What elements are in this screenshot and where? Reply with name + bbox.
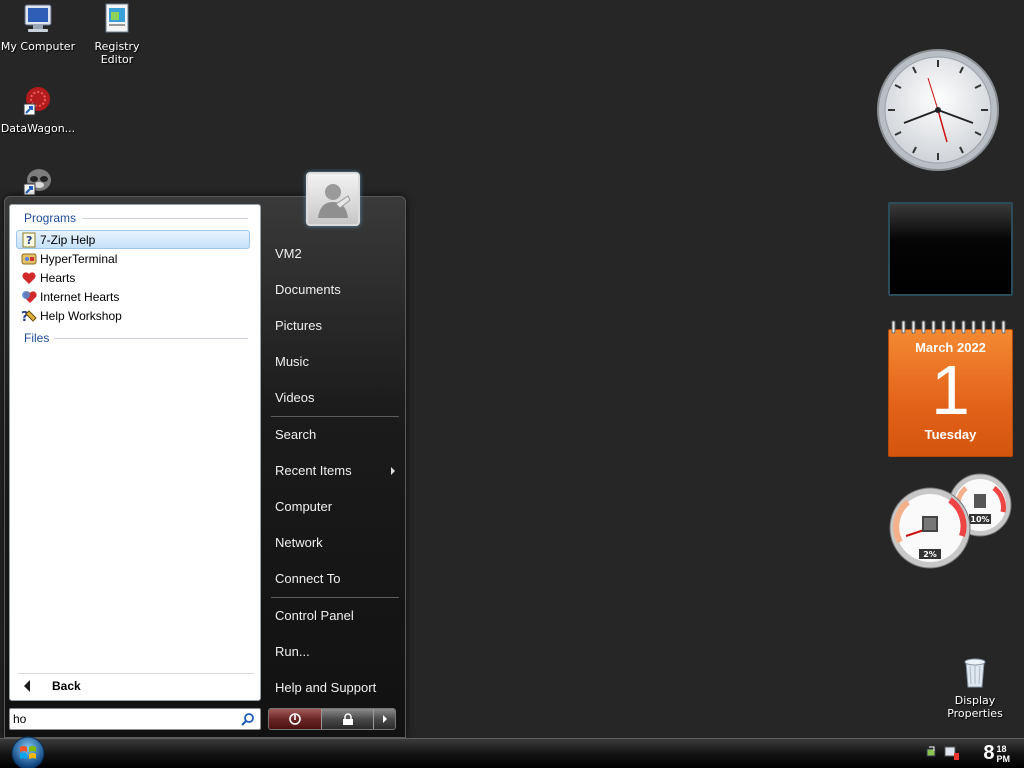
desktop-icon-label: Registry Editor <box>94 40 140 66</box>
program-result-label: Help Workshop <box>40 308 122 323</box>
internet-hearts-icon <box>22 290 37 303</box>
program-result-label: HyperTerminal <box>40 251 118 266</box>
taskbar: 8 18 PM <box>0 735 1024 768</box>
back-button[interactable]: Back <box>18 673 254 697</box>
start-item-user-folder[interactable]: VM2 <box>269 236 399 272</box>
network-tray-icon[interactable] <box>926 745 940 759</box>
start-item-label: Recent Items <box>275 463 352 478</box>
start-item-documents[interactable]: Documents <box>269 272 399 308</box>
start-menu-results-pane: Programs ? 7-Zip Help HyperTerminal Hear… <box>9 204 261 701</box>
start-search-box[interactable] <box>9 708 261 730</box>
slideshow-gadget[interactable] <box>888 202 1013 296</box>
files-section-header: Files <box>24 331 50 345</box>
security-tray-icon[interactable] <box>944 745 960 761</box>
program-result-internet-hearts[interactable]: Internet Hearts <box>16 287 250 306</box>
desktop-icon-registry-editor[interactable]: Registry Editor <box>77 2 157 66</box>
section-divider <box>54 338 248 339</box>
start-item-run[interactable]: Run... <box>269 634 399 670</box>
clock-hour: 8 <box>983 742 995 764</box>
clock-minute: 18 <box>996 743 1007 754</box>
start-search-input[interactable] <box>13 711 233 727</box>
start-item-music[interactable]: Music <box>269 344 399 380</box>
calendar-weekday: Tuesday <box>924 427 977 442</box>
start-menu: Programs ? 7-Zip Help HyperTerminal Hear… <box>4 172 406 738</box>
analog-clock-face <box>877 49 999 171</box>
calendar-page: March 2022 1 Tuesday <box>888 329 1013 457</box>
section-divider <box>82 218 248 219</box>
back-arrow-icon <box>24 679 30 692</box>
start-item-recent-items[interactable]: Recent Items <box>269 453 399 489</box>
start-button[interactable] <box>8 735 48 768</box>
raccoon-shortcut-icon <box>23 169 51 196</box>
power-icon <box>289 713 301 725</box>
start-item-pictures[interactable]: Pictures <box>269 308 399 344</box>
start-menu-places: VM2 Documents Pictures Music Videos Sear… <box>269 236 399 706</box>
my-computer-icon <box>24 4 52 32</box>
program-result-label: 7-Zip Help <box>40 232 96 247</box>
cpu-usage-label: 2% <box>923 550 937 559</box>
svg-text:?: ? <box>26 234 32 247</box>
program-results-list: ? 7-Zip Help HyperTerminal Hearts Intern… <box>16 230 250 325</box>
program-result-help-workshop[interactable]: ? Help Workshop <box>16 306 250 325</box>
lock-button[interactable] <box>321 709 373 729</box>
program-result-label: Internet Hearts <box>40 289 120 304</box>
recycle-bin-icon <box>964 658 986 688</box>
start-item-computer[interactable]: Computer <box>269 489 399 525</box>
start-item-help-and-support[interactable]: Help and Support <box>269 670 399 706</box>
hyperterminal-icon <box>21 253 37 264</box>
power-controls <box>268 708 396 730</box>
cpu-meter-gadget[interactable]: 10% 2% <box>886 472 1016 572</box>
back-label: Back <box>52 678 81 693</box>
search-icon[interactable] <box>241 712 255 726</box>
power-button[interactable] <box>269 709 321 729</box>
programs-section-header: Programs <box>24 211 77 225</box>
program-result-hyperterminal[interactable]: HyperTerminal <box>16 249 250 268</box>
taskbar-clock[interactable]: 8 18 PM <box>983 742 1010 765</box>
help-workshop-icon: ? <box>21 310 37 324</box>
clock-ampm: PM <box>996 753 1011 764</box>
desktop-icon-datawagon[interactable]: DataWagon... <box>0 84 78 135</box>
desktop-icon-my-computer[interactable]: My Computer <box>0 2 78 53</box>
program-result-7zip-help[interactable]: ? 7-Zip Help <box>16 230 250 249</box>
start-item-network[interactable]: Network <box>269 525 399 561</box>
program-result-label: Hearts <box>40 270 76 285</box>
desktop-icon-display-properties[interactable]: Display Properties <box>935 656 1015 720</box>
start-item-control-panel[interactable]: Control Panel <box>269 598 399 634</box>
chevron-right-icon <box>382 715 387 723</box>
memory-usage-label: 10% <box>970 515 989 524</box>
user-picture[interactable] <box>306 172 360 226</box>
clock-gadget[interactable] <box>876 48 1001 173</box>
desktop-icon-label: Display Properties <box>947 694 1003 720</box>
lock-icon <box>342 713 353 725</box>
start-item-search[interactable]: Search <box>269 417 399 453</box>
shutdown-options-button[interactable] <box>373 709 395 729</box>
calendar-gadget[interactable]: March 2022 1 Tuesday <box>888 320 1013 457</box>
start-item-videos[interactable]: Videos <box>269 380 399 416</box>
registry-editor-icon <box>105 3 129 33</box>
program-result-hearts[interactable]: Hearts <box>16 268 250 287</box>
start-item-connect-to[interactable]: Connect To <box>269 561 399 597</box>
desktop-icon-label: DataWagon... <box>0 122 76 135</box>
datawagon-icon <box>23 87 50 116</box>
calendar-rings-icon <box>891 320 1006 334</box>
desktop-icon-label: My Computer <box>0 40 76 53</box>
calendar-day-number: 1 <box>931 351 970 429</box>
submenu-arrow-icon <box>391 467 395 475</box>
help-file-icon: ? <box>22 232 36 247</box>
hearts-icon <box>22 271 36 284</box>
cpu-meter-dials: 10% 2% <box>889 473 1012 569</box>
system-tray: 8 18 PM <box>924 739 1024 768</box>
user-avatar-icon <box>318 184 351 218</box>
